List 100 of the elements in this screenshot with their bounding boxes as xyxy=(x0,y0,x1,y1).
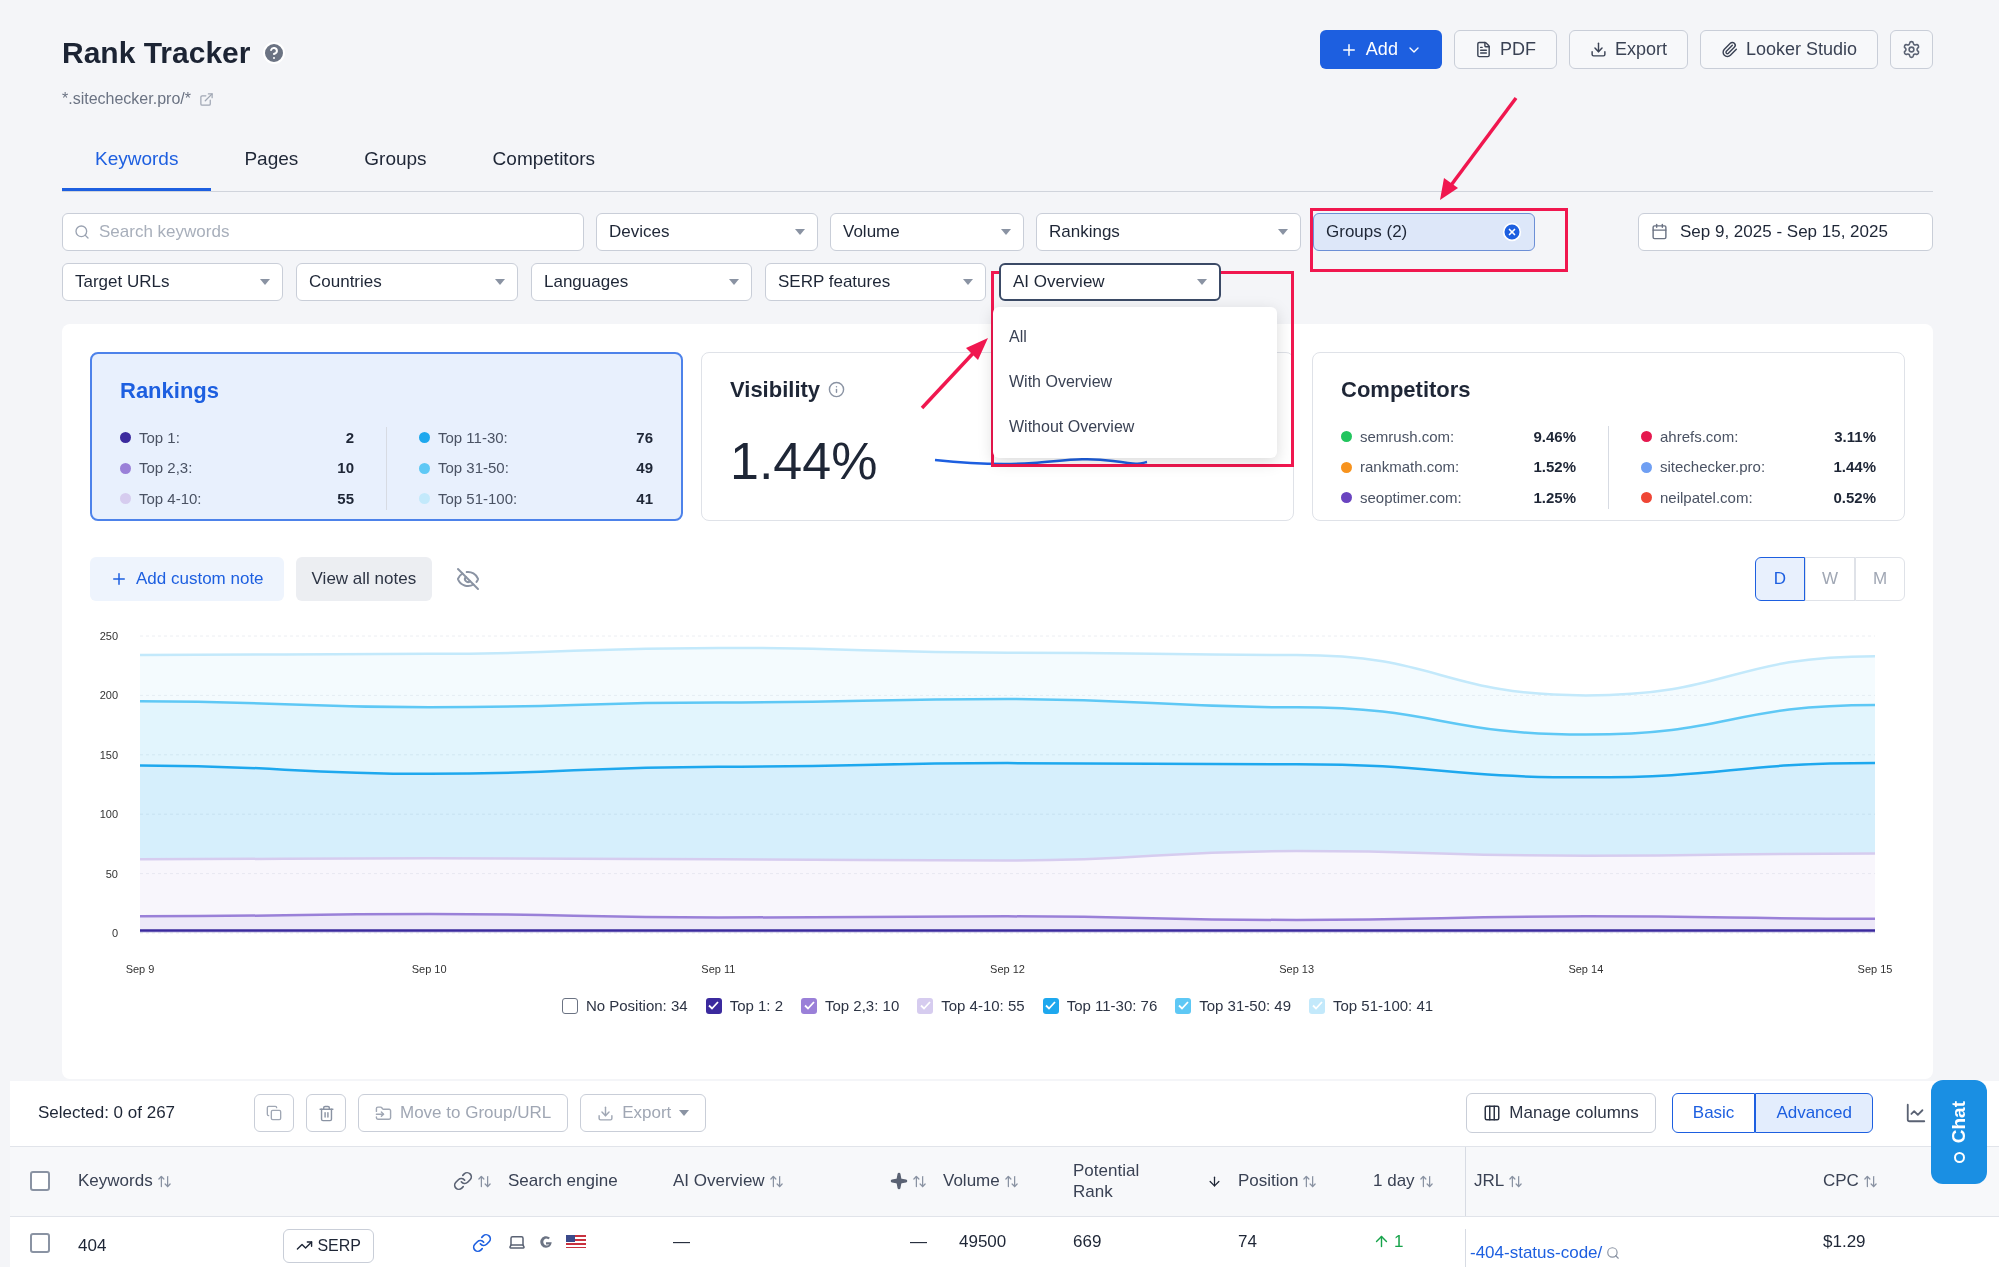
legend-checkbox[interactable] xyxy=(561,997,578,1014)
period-toggle[interactable]: D xyxy=(1755,556,1805,601)
caret-icon xyxy=(795,228,805,235)
legend-checkbox[interactable] xyxy=(1309,997,1325,1014)
serp-button[interactable]: SERP xyxy=(283,1228,374,1263)
filter-select[interactable]: AI Overview xyxy=(999,262,1221,301)
menu-item[interactable]: All xyxy=(993,314,1277,360)
search-icon[interactable] xyxy=(1606,1245,1621,1260)
sort-icon[interactable] xyxy=(477,1173,492,1189)
column-header[interactable]: 1 day xyxy=(1373,1168,1415,1194)
stat-label: sitechecker.pro: xyxy=(1660,457,1767,477)
legend-checkbox[interactable] xyxy=(1175,997,1192,1014)
legend-label: Top 51-100: 41 xyxy=(1333,995,1434,1016)
view-toggle[interactable]: Advanced xyxy=(1755,1093,1873,1133)
legend-checkbox[interactable] xyxy=(917,997,934,1014)
manage-columns-button[interactable]: Manage columns xyxy=(1466,1093,1656,1133)
column-header[interactable]: Position xyxy=(1238,1168,1299,1194)
select-all-checkbox[interactable] xyxy=(30,1171,50,1191)
copy-icon xyxy=(266,1105,282,1121)
stat-value: 76 xyxy=(636,427,653,448)
header-button[interactable]: Export xyxy=(1568,30,1688,69)
card-title: Visibility xyxy=(730,375,821,404)
caret-icon xyxy=(729,278,739,285)
stat-label: semrush.com: xyxy=(1360,426,1456,447)
row-checkbox[interactable] xyxy=(30,1232,50,1253)
menu-item[interactable]: With Overview xyxy=(993,359,1277,405)
view-toggle[interactable]: Basic xyxy=(1671,1093,1756,1133)
column-header[interactable]: Search engine xyxy=(508,1168,618,1194)
filter-select[interactable]: Rankings xyxy=(1036,212,1301,251)
filter-select[interactable]: Volume xyxy=(830,212,1024,251)
column-header[interactable]: Potential Rank xyxy=(1073,1159,1153,1203)
menu-item[interactable]: Without Overview xyxy=(993,404,1277,450)
visibility-value: 1.44% xyxy=(730,430,878,492)
selection-count: Selected: 0 of 267 xyxy=(38,1102,177,1125)
sort-icon[interactable] xyxy=(912,1173,927,1189)
column-header[interactable]: JRL xyxy=(1474,1168,1505,1194)
external-link-icon[interactable] xyxy=(198,91,214,107)
legend-checkbox[interactable] xyxy=(1042,997,1059,1014)
filter-select[interactable]: Languages xyxy=(531,262,752,301)
help-icon[interactable] xyxy=(262,40,287,65)
sort-icon[interactable] xyxy=(1302,1173,1318,1189)
stat-value: 9.46% xyxy=(1533,426,1576,447)
stat-label: Top 51-100: xyxy=(438,488,519,509)
header-button[interactable]: Looker Studio xyxy=(1699,30,1878,69)
sort-desc-icon[interactable] xyxy=(1207,1173,1222,1189)
stat-label: ahrefs.com: xyxy=(1660,426,1740,447)
column-header[interactable]: CPC xyxy=(1823,1168,1859,1194)
filter-select[interactable]: SERP features xyxy=(765,262,986,301)
sort-icon[interactable] xyxy=(1862,1173,1878,1189)
view-notes-button[interactable]: View all notes xyxy=(295,556,433,601)
info-icon[interactable] xyxy=(828,380,846,398)
column-header[interactable]: AI Overview xyxy=(673,1168,765,1194)
header-button[interactable]: PDF xyxy=(1453,30,1557,69)
x-tick-label: Sep 15 xyxy=(1857,962,1893,975)
flag-icon xyxy=(566,1235,586,1248)
filter-select[interactable]: Devices xyxy=(596,212,818,251)
filter-chip[interactable]: Groups (2) xyxy=(1313,212,1535,251)
tab[interactable]: Keywords xyxy=(62,145,212,191)
add-button[interactable]: Add xyxy=(1319,30,1442,69)
sort-icon[interactable] xyxy=(768,1173,784,1189)
table-cell-text: 74 xyxy=(1237,1230,1258,1253)
stat-label: Top 2,3: xyxy=(139,458,194,478)
tab[interactable]: Pages xyxy=(211,145,332,191)
eye-off-icon[interactable] xyxy=(456,566,481,591)
sort-icon[interactable] xyxy=(1508,1173,1524,1189)
settings-button[interactable] xyxy=(1890,30,1933,69)
settings-icon xyxy=(1902,40,1921,59)
sort-icon[interactable] xyxy=(1003,1173,1019,1189)
table-cell-text: $1.29 xyxy=(1822,1230,1867,1253)
stat-value: 49 xyxy=(636,458,653,478)
delete-button[interactable] xyxy=(306,1094,346,1132)
filter-select[interactable]: Countries xyxy=(296,262,518,301)
column-header[interactable]: Volume xyxy=(943,1168,1000,1194)
stat-label: Top 4-10: xyxy=(139,488,203,509)
change-value: 1 xyxy=(1394,1230,1404,1253)
legend-checkbox[interactable] xyxy=(705,997,722,1014)
chart-icon[interactable] xyxy=(1905,1102,1927,1124)
date-range-picker[interactable]: Sep 9, 2025 - Sep 15, 2025 xyxy=(1638,212,1933,251)
caret-icon xyxy=(1001,228,1011,235)
filter-select[interactable]: Target URLs xyxy=(62,262,283,301)
x-tick-label: Sep 14 xyxy=(1568,962,1604,975)
table-cell-text: — xyxy=(909,1230,928,1253)
add-note-button[interactable]: Add custom note xyxy=(90,556,284,601)
stat-label: rankmath.com: xyxy=(1360,457,1461,477)
sort-icon[interactable] xyxy=(156,1173,172,1189)
link-icon[interactable] xyxy=(472,1232,492,1253)
sort-icon[interactable] xyxy=(1418,1173,1434,1189)
tab[interactable]: Groups xyxy=(331,145,460,191)
stat-value: 1.25% xyxy=(1533,487,1576,508)
url-link[interactable]: -404-status-code/ xyxy=(1470,1239,1603,1266)
y-tick-label: 100 xyxy=(99,807,118,820)
legend-label: Top 11-30: 76 xyxy=(1066,995,1158,1016)
column-header[interactable]: Keywords xyxy=(78,1168,153,1194)
y-tick-label: 50 xyxy=(105,867,118,880)
stat-value: 3.11% xyxy=(1834,426,1876,447)
caret-icon xyxy=(963,278,973,285)
legend-checkbox[interactable] xyxy=(801,997,817,1014)
search-field[interactable]: Search keywords xyxy=(62,212,584,251)
tab[interactable]: Competitors xyxy=(459,145,629,191)
caret-icon xyxy=(495,278,505,285)
